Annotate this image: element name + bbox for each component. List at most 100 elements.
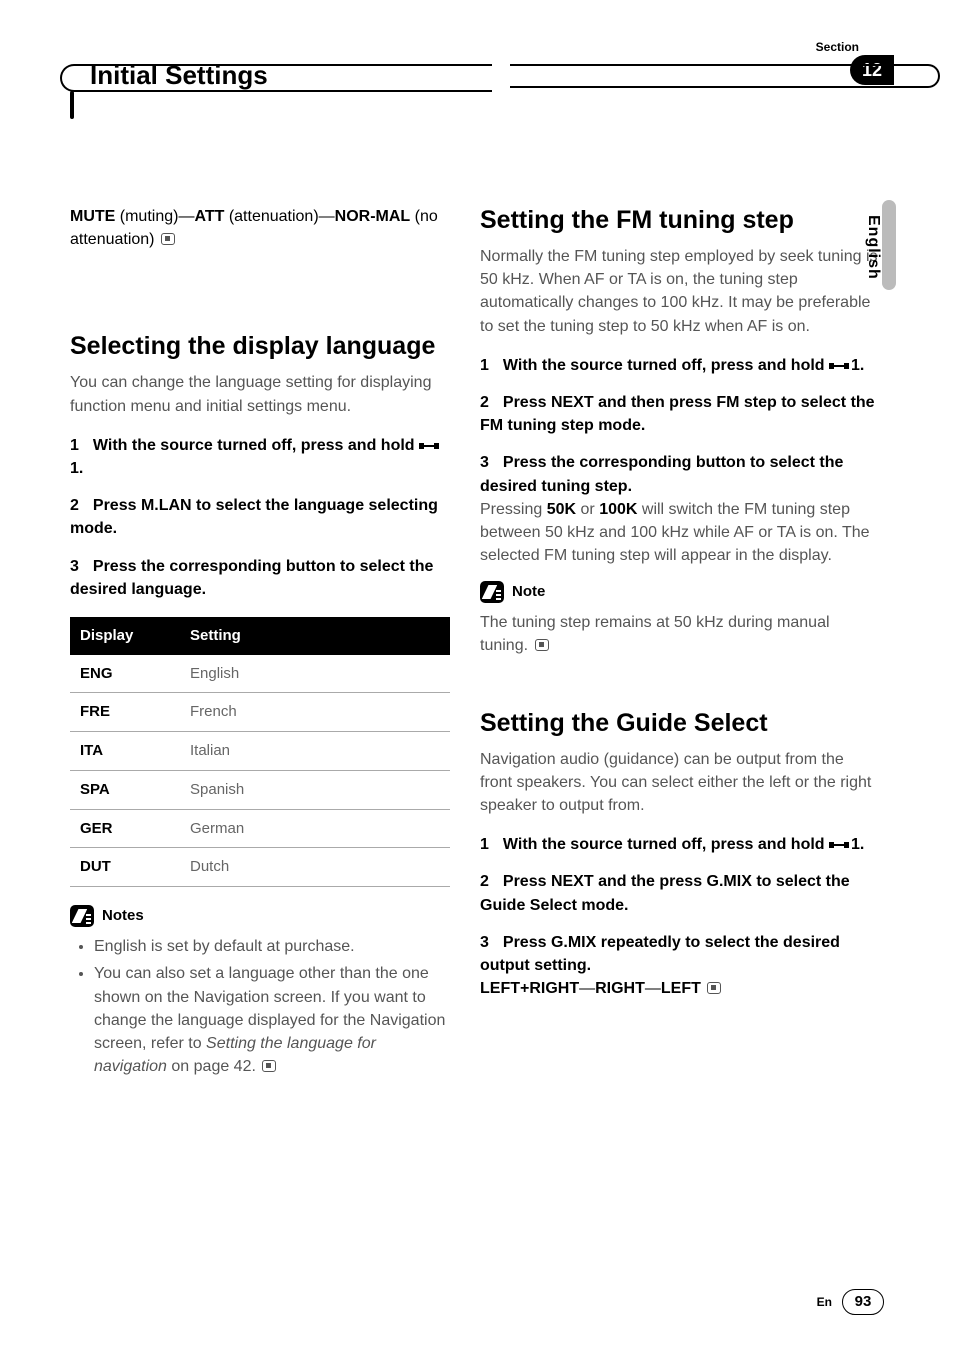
step-number: 3: [70, 558, 79, 575]
t-bold: 50K: [547, 501, 576, 518]
step-lead-a: With the source turned off, press and ho…: [93, 437, 419, 454]
step-lead-b: 1.: [851, 836, 864, 853]
mute-options-line: MUTE (muting)—ATT (attenuation)—NOR-MAL …: [70, 205, 450, 251]
table-row: DUTDutch: [70, 848, 450, 887]
lang-step-2: 2Press M.LAN to select the language sele…: [70, 494, 450, 540]
lang-code: DUT: [70, 848, 180, 887]
step-lead-b: 1.: [70, 460, 83, 477]
notes-block: Notes English is set by default at purch…: [70, 905, 450, 1078]
guide-select-intro: Navigation audio (guidance) can be outpu…: [480, 748, 880, 818]
lang-step-1: 1 With the source turned off, press and h…: [70, 434, 450, 480]
key-icon: [419, 440, 441, 452]
gs-step-2: 2Press NEXT and the press G.MIX to selec…: [480, 870, 880, 916]
right-column: Setting the FM tuning step Normally the …: [480, 205, 880, 1082]
note-icon: [70, 905, 94, 927]
opt: LEFT: [661, 980, 701, 997]
key-icon: [829, 360, 851, 372]
note-item: You can also set a language other than t…: [94, 962, 450, 1078]
lang-val: French: [180, 693, 450, 732]
content-columns: MUTE (muting)—ATT (attenuation)—NOR-MAL …: [70, 205, 884, 1082]
language-table: Display Setting ENGEnglish FREFrench ITA…: [70, 617, 450, 887]
step-lead-b: 1.: [851, 357, 864, 374]
mute-opt1: MUTE: [70, 208, 115, 225]
fm-note-block: Note The tuning step remains at 50 kHz d…: [480, 581, 880, 657]
step-lead: Press NEXT and then press FM step to sel…: [480, 394, 875, 434]
end-mark-icon: [707, 982, 721, 994]
end-mark-icon: [262, 1060, 276, 1072]
fm-note-text: The tuning step remains at 50 kHz during…: [480, 611, 880, 657]
lang-val: English: [180, 655, 450, 693]
mute-opt1-desc: (muting): [115, 208, 178, 225]
table-row: ITAItalian: [70, 732, 450, 771]
notes-heading: Notes: [102, 905, 144, 927]
mute-opt3: NOR-MAL: [335, 208, 411, 225]
step-number: 1: [70, 437, 79, 454]
notes-list: English is set by default at purchase. Y…: [70, 935, 450, 1078]
page: Section 1 2 Initial Settings English MUTE…: [0, 0, 954, 1355]
step-lead: Press G.MIX repeatedly to select the des…: [480, 934, 840, 974]
end-mark-icon: [161, 233, 175, 245]
fm-step-1: 1 With the source turned off, press and h…: [480, 354, 880, 377]
step-lead-a: With the source turned off, press and ho…: [503, 836, 829, 853]
key-icon: [829, 839, 851, 851]
step-number: 3: [480, 454, 489, 471]
step-body: Pressing 50K or 100K will switch the FM …: [480, 501, 870, 564]
table-row: ENGEnglish: [70, 655, 450, 693]
t: Pressing: [480, 501, 547, 518]
gs-options: LEFT+RIGHT—RIGHT—LEFT: [480, 980, 721, 997]
step-lead: Press the corresponding button to select…: [480, 454, 843, 494]
side-language-label: English: [864, 215, 882, 280]
step-number: 2: [480, 394, 489, 411]
fm-step-intro: Normally the FM tuning step employed by …: [480, 245, 880, 338]
opt: LEFT+RIGHT: [480, 980, 579, 997]
sep: —: [178, 208, 194, 225]
notes-heading-row: Notes: [70, 905, 450, 927]
step-lead-a: With the source turned off, press and ho…: [503, 357, 829, 374]
lang-val: Italian: [180, 732, 450, 771]
fm-note-heading: Note: [512, 581, 545, 603]
lang-val: Dutch: [180, 848, 450, 887]
left-column: MUTE (muting)—ATT (attenuation)—NOR-MAL …: [70, 205, 450, 1082]
note-icon: [480, 581, 504, 603]
step-number: 2: [70, 497, 79, 514]
table-row: FREFrench: [70, 693, 450, 732]
selecting-language-intro: You can change the language setting for …: [70, 371, 450, 417]
guide-select-heading: Setting the Guide Select: [480, 708, 880, 738]
step-lead: Press the corresponding button to select…: [70, 558, 433, 598]
note-item: English is set by default at purchase.: [94, 935, 450, 958]
fm-note-heading-row: Note: [480, 581, 880, 603]
end-mark-icon: [535, 639, 549, 651]
lang-code: SPA: [70, 770, 180, 809]
lang-step-3: 3Press the corresponding button to selec…: [70, 555, 450, 601]
gs-step-3: 3Press G.MIX repeatedly to select the de…: [480, 931, 880, 1001]
table-row: SPASpanish: [70, 770, 450, 809]
title-area: Initial Settings: [70, 60, 884, 115]
sep: —: [645, 980, 661, 997]
lang-val: Spanish: [180, 770, 450, 809]
lang-code: GER: [70, 809, 180, 848]
t-bold: 100K: [599, 501, 637, 518]
sep: —: [319, 208, 335, 225]
title-right-bracket: [510, 64, 940, 88]
step-number: 1: [480, 357, 489, 374]
opt: RIGHT: [595, 980, 645, 997]
gs-step-1: 1With the source turned off, press and h…: [480, 833, 880, 856]
t: or: [576, 501, 599, 518]
sep: —: [579, 980, 595, 997]
fm-step-heading: Setting the FM tuning step: [480, 205, 880, 235]
table-header-display: Display: [70, 617, 180, 655]
selecting-language-heading: Selecting the display language: [70, 331, 450, 361]
mute-opt2: ATT: [194, 208, 224, 225]
footer: En 93: [817, 1289, 884, 1315]
lang-code: ENG: [70, 655, 180, 693]
lang-code: FRE: [70, 693, 180, 732]
table-header-setting: Setting: [180, 617, 450, 655]
step-lead: Press NEXT and the press G.MIX to select…: [480, 873, 850, 913]
footer-lang: En: [817, 1295, 832, 1309]
step-lead: Press M.LAN to select the language selec…: [70, 497, 438, 537]
step-number: 3: [480, 934, 489, 951]
lang-code: ITA: [70, 732, 180, 771]
section-label: Section: [816, 40, 859, 54]
note-text-b: on page 42.: [167, 1058, 256, 1075]
step-number: 2: [480, 873, 489, 890]
